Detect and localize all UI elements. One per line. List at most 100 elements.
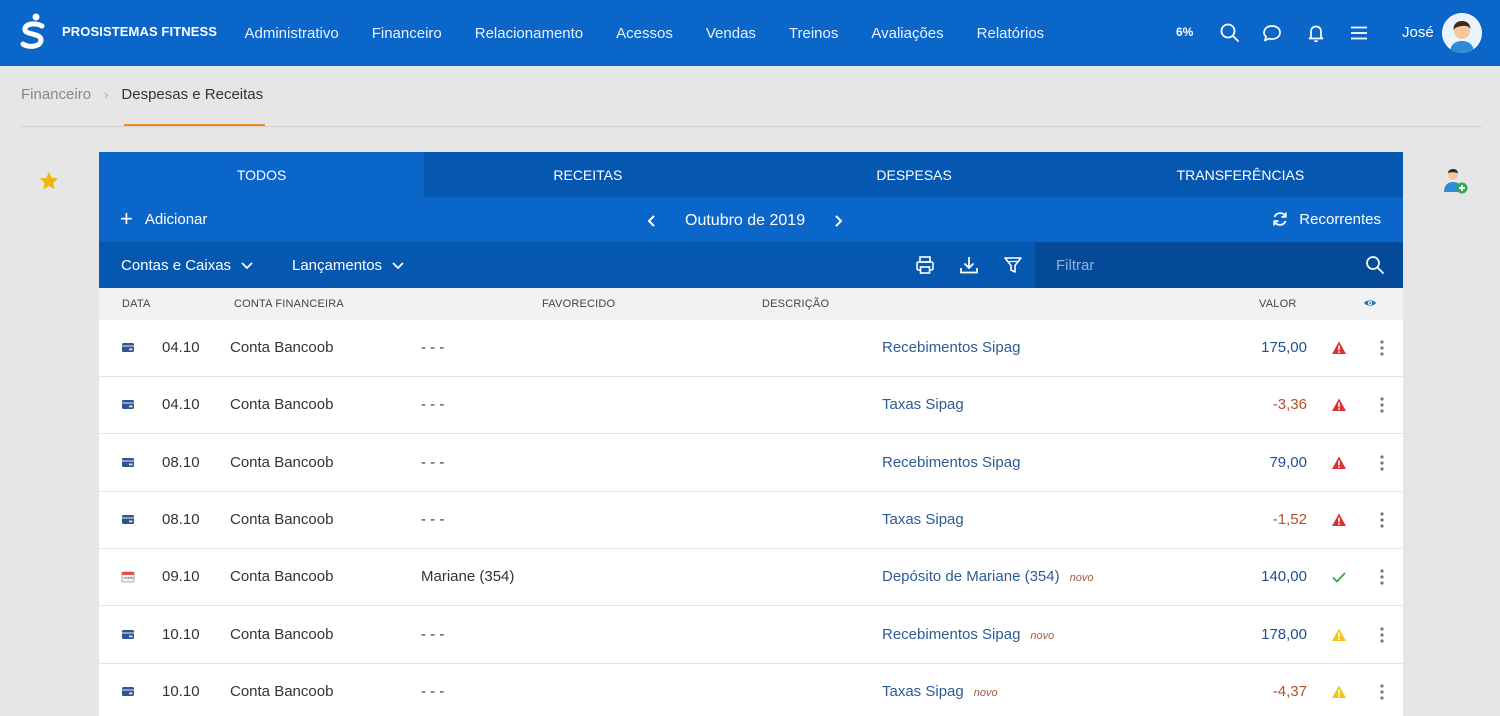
alert-warning-icon[interactable] [1331,512,1347,528]
filter-input[interactable] [1035,242,1355,288]
table-row[interactable]: 10.10 Conta Bancoob - - - Recebimentos Sipa… [99,606,1403,664]
row-descricao-text: Recebimentos Sipag [882,625,1021,643]
lancamentos-dropdown[interactable]: Lançamentos [292,257,405,274]
row-descricao[interactable]: Taxas Sipag [882,396,964,413]
column-header-data[interactable]: DATA [122,298,151,310]
tab-receitas[interactable]: RECEITAS [425,152,752,197]
alert-warning-icon[interactable] [1331,340,1347,356]
row-descricao[interactable]: Taxas Sipag [882,511,964,528]
more-options-icon[interactable] [1379,339,1385,357]
nav-item-treinos[interactable]: Treinos [772,25,854,42]
eye-icon[interactable] [1363,298,1377,308]
nav-item-avaliacoes[interactable]: Avaliações [855,25,960,42]
contas-caixas-dropdown[interactable]: Contas e Caixas [121,257,254,274]
row-date: 08.10 [162,510,200,528]
filter-funnel-icon[interactable] [1002,254,1024,276]
user-name[interactable]: José [1402,24,1434,41]
more-options-icon[interactable] [1379,626,1385,644]
add-button[interactable]: + Adicionar [120,208,207,230]
progress-percent[interactable]: 6% [1176,25,1193,39]
tab-despesas[interactable]: DESPESAS [751,152,1078,197]
card-icon [122,343,134,352]
chevron-right-icon: › [104,87,109,102]
more-options-icon[interactable] [1379,511,1385,529]
row-favorecido: - - - [421,339,445,356]
nav-item-administrativo[interactable]: Administrativo [228,25,355,42]
search-icon[interactable] [1365,255,1385,275]
hamburger-menu-icon[interactable] [1348,22,1370,44]
novo-badge: novo [973,686,998,699]
favorite-star-icon[interactable] [38,170,60,192]
alert-warning-icon[interactable] [1331,455,1347,471]
tab-transferencias[interactable]: TRANSFERÊNCIAS [1077,152,1403,197]
bell-icon[interactable] [1305,22,1327,44]
breadcrumb-link-financeiro[interactable]: Financeiro [21,86,91,103]
more-options-icon[interactable] [1379,396,1385,414]
transactions-panel: TODOS RECEITAS DESPESAS TRANSFERÊNCIAS +… [99,152,1403,716]
recorrentes-button[interactable]: Recorrentes [1271,210,1381,228]
nav-item-vendas[interactable]: Vendas [689,25,772,42]
nav-item-financeiro[interactable]: Financeiro [355,25,458,42]
alert-warning-icon[interactable] [1331,627,1347,643]
row-valor: 79,00 [1269,453,1307,471]
tab-todos[interactable]: TODOS [99,152,426,197]
main-nav: Administrativo Financeiro Relacionamento… [228,0,1061,66]
more-options-icon[interactable] [1379,683,1385,701]
nav-item-relacionamento[interactable]: Relacionamento [458,25,599,42]
row-descricao[interactable]: Recebimentos Sipag [882,454,1020,471]
row-conta: Conta Bancoob [230,625,334,643]
download-icon[interactable] [958,254,980,276]
tabs: TODOS RECEITAS DESPESAS TRANSFERÊNCIAS [99,152,1403,197]
lancamentos-label: Lançamentos [292,257,383,274]
row-descricao[interactable]: Recebimentos Sipag [882,339,1020,356]
row-date: 04.10 [162,339,200,356]
row-favorecido: - - - [421,682,445,700]
alert-warning-icon[interactable] [1331,684,1347,700]
card-icon [122,400,134,410]
row-descricao[interactable]: Depósito de Mariane (354) novo [882,568,1093,585]
row-valor: 140,00 [1261,568,1307,586]
alert-warning-icon[interactable] [1331,397,1347,413]
table-row[interactable]: 10.10 Conta Bancoob - - - Taxas Sipag novo -4… [99,663,1403,716]
print-icon[interactable] [914,254,936,276]
row-descricao[interactable]: Recebimentos Sipag novo [882,626,1054,643]
table-row[interactable]: 08.10 Conta Bancoob - - - Taxas Sipag -1,52 [99,491,1403,549]
column-header-favorecido[interactable]: FAVORECIDO [542,298,615,310]
row-descricao-text: Depósito de Mariane (354) [882,568,1060,586]
nav-item-relatorios[interactable]: Relatórios [960,25,1061,42]
table-row[interactable]: 08.10 Conta Bancoob - - - Recebimentos Sipa… [99,434,1403,492]
check-icon[interactable] [1331,569,1347,585]
row-descricao-text: Taxas Sipag [882,510,964,528]
column-header-conta[interactable]: CONTA FINANCEIRA [234,298,344,310]
row-favorecido: Mariane (354) [421,568,515,586]
more-options-icon[interactable] [1379,568,1385,586]
logo-icon[interactable] [20,13,46,51]
column-header-descricao[interactable]: DESCRIÇÃO [762,298,829,310]
row-descricao-text: Taxas Sipag [882,682,964,700]
row-valor: -1,52 [1272,510,1307,528]
row-descricao-text: Recebimentos Sipag [882,453,1021,471]
row-descricao-text: Taxas Sipag [882,396,964,414]
column-header-valor[interactable]: VALOR [1259,298,1296,310]
row-date: 10.10 [162,682,200,700]
table-row[interactable]: 09.10 Conta Bancoob Mariane (354) Depósito … [99,549,1403,607]
breadcrumb-current-page: Despesas e Receitas [121,86,264,103]
filter-search-box [1035,242,1403,288]
add-user-icon[interactable] [1441,167,1469,195]
table-row[interactable]: 04.10 Conta Bancoob - - - Taxas Sipag -3,36 [99,377,1403,435]
more-options-icon[interactable] [1379,454,1385,472]
row-descricao[interactable]: Taxas Sipag novo [882,683,998,700]
row-conta: Conta Bancoob [230,682,334,700]
chat-icon[interactable] [1261,22,1283,44]
breadcrumb: Financeiro › Despesas e Receitas [21,86,263,103]
chevron-right-icon[interactable] [831,214,845,228]
table-row[interactable]: 04.10 Conta Bancoob - - - Recebimentos Sipa… [99,320,1403,377]
nav-item-acessos[interactable]: Acessos [600,25,690,42]
table-header: DATA CONTA FINANCEIRA FAVORECIDO DESCRIÇ… [99,288,1403,320]
avatar[interactable] [1442,13,1482,53]
row-date: 10.10 [162,625,200,643]
chevron-down-icon [241,261,253,269]
chevron-left-icon[interactable] [645,214,659,228]
row-conta: Conta Bancoob [230,568,334,586]
search-icon[interactable] [1219,22,1241,44]
